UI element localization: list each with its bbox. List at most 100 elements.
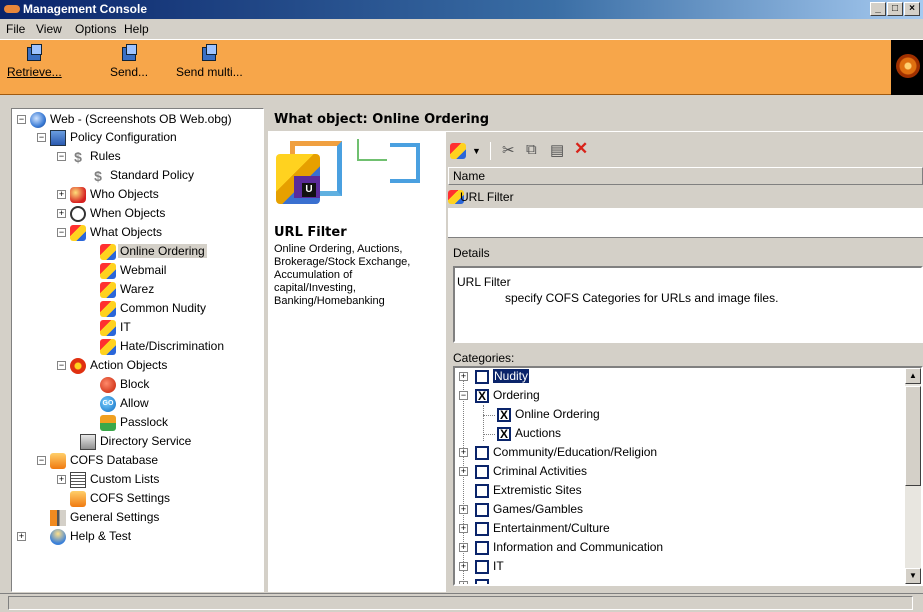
navigation-tree: − Web - (Screenshots OB Web.obg) − Polic… (11, 108, 264, 592)
info-line: Accumulation of (274, 269, 353, 281)
details-line-1: URL Filter (457, 275, 511, 289)
expand-icon[interactable]: + (459, 543, 468, 552)
category-checkbox[interactable] (475, 465, 489, 479)
maximize-button[interactable]: □ (887, 2, 903, 16)
new-object-icon[interactable] (450, 143, 466, 159)
tree-line (483, 434, 495, 435)
collapse-icon[interactable]: − (17, 115, 26, 124)
expand-icon[interactable]: + (459, 448, 468, 457)
collapse-icon[interactable]: − (37, 456, 46, 465)
name-column-header[interactable]: Name (448, 167, 923, 185)
collapse-icon[interactable]: − (57, 228, 66, 237)
info-line: Banking/Homebanking (274, 295, 385, 307)
minimize-button[interactable]: _ (870, 2, 886, 16)
category-label: Criminal Activities (493, 464, 588, 478)
expand-icon[interactable]: + (459, 467, 468, 476)
what-object-icon (100, 244, 116, 260)
expand-icon[interactable]: + (57, 190, 66, 199)
category-checkbox[interactable] (475, 446, 489, 460)
retrieve-label: Retrieve... (7, 65, 62, 79)
category-checkbox[interactable] (475, 579, 489, 584)
categories-scrollbar[interactable]: ▲ ▼ (905, 368, 921, 584)
category-checkbox[interactable]: X (497, 427, 511, 441)
expand-icon[interactable]: + (57, 209, 66, 218)
main-toolbar: Retrieve... Send... Send multi... (0, 39, 923, 95)
info-title: URL Filter (274, 225, 347, 240)
category-checkbox[interactable]: X (475, 389, 489, 403)
tree-label: Warez (120, 282, 155, 296)
what-object-icon (100, 282, 116, 298)
tree-label: Allow (120, 396, 149, 410)
list-icon (70, 472, 86, 488)
category-label: Entertainment/Culture (493, 521, 610, 535)
expand-icon[interactable]: + (459, 372, 468, 381)
tree-label: Policy Configuration (70, 130, 177, 144)
directory-service-icon (80, 434, 96, 450)
delete-icon[interactable]: ✕ (574, 139, 588, 159)
tree-label: Webmail (120, 263, 167, 277)
tree-label: When Objects (90, 206, 166, 220)
expand-icon[interactable]: + (57, 475, 66, 484)
category-label: Ordering (493, 388, 540, 402)
copy-icon[interactable]: ⧉ (526, 141, 537, 158)
category-checkbox[interactable] (475, 484, 489, 498)
menu-file[interactable]: File (6, 22, 25, 36)
menu-view[interactable]: View (36, 22, 62, 36)
tree-label: COFS Settings (90, 491, 171, 505)
category-checkbox[interactable] (475, 541, 489, 555)
tree-line (483, 415, 495, 416)
tree-label: IT (120, 320, 131, 334)
list-item-url-filter[interactable]: URL Filter (448, 186, 923, 208)
tree-label: COFS Database (70, 453, 159, 467)
expand-icon[interactable]: + (17, 532, 26, 541)
scroll-down-icon[interactable]: ▼ (905, 568, 921, 584)
expand-icon[interactable]: + (459, 581, 468, 584)
collapse-icon[interactable]: − (37, 133, 46, 142)
globe-icon (30, 112, 46, 128)
close-button[interactable]: × (904, 2, 920, 16)
retrieve-button[interactable]: Retrieve... (7, 44, 62, 79)
categories-label: Categories: (453, 351, 515, 365)
url-filter-graphic: U (272, 136, 442, 216)
menu-options[interactable]: Options (75, 22, 116, 36)
category-checkbox[interactable] (475, 522, 489, 536)
tools-icon (50, 510, 66, 526)
name-list-body (448, 208, 923, 238)
graphic-letter: U (302, 183, 316, 197)
name-header-label: Name (453, 169, 486, 183)
tree-label: Passlock (120, 415, 169, 429)
details-textbox[interactable]: URL Filter specify COFS Categories for U… (453, 266, 923, 343)
tree-label: Help & Test (70, 529, 132, 543)
category-checkbox[interactable]: X (497, 408, 511, 422)
category-checkbox[interactable] (475, 503, 489, 517)
page-title: What object: Online Ordering (274, 112, 490, 127)
what-object-icon (100, 320, 116, 336)
info-line: capital/Investing, (274, 282, 356, 294)
category-checkbox[interactable] (475, 560, 489, 574)
paste-icon[interactable]: ▤ (550, 141, 564, 159)
clock-icon (70, 206, 86, 222)
collapse-icon[interactable]: − (459, 391, 468, 400)
category-label: Extremistic Sites (493, 483, 582, 497)
tree-label: Action Objects (90, 358, 168, 372)
what-object-icon (100, 263, 116, 279)
app-icon (4, 5, 20, 13)
expand-icon[interactable]: + (459, 505, 468, 514)
expand-icon[interactable]: + (459, 562, 468, 571)
send-button[interactable]: Send... (110, 44, 148, 79)
object-header: What object: Online Ordering (268, 108, 923, 132)
scroll-thumb[interactable] (905, 386, 921, 486)
scroll-up-icon[interactable]: ▲ (905, 368, 921, 384)
menu-help[interactable]: Help (124, 22, 149, 36)
dropdown-arrow-icon[interactable]: ▼ (472, 146, 481, 156)
cut-icon[interactable]: ✂ (502, 141, 515, 159)
collapse-icon[interactable]: − (57, 361, 66, 370)
tree-label: Rules (90, 149, 121, 163)
collapse-icon[interactable]: − (57, 152, 66, 161)
expand-icon[interactable]: + (459, 524, 468, 533)
what-object-icon (100, 339, 116, 355)
category-checkbox[interactable] (475, 370, 489, 384)
send-multi-button[interactable]: Send multi... (176, 44, 243, 79)
tree-label: Common Nudity (120, 301, 207, 315)
who-objects-icon (70, 187, 86, 203)
